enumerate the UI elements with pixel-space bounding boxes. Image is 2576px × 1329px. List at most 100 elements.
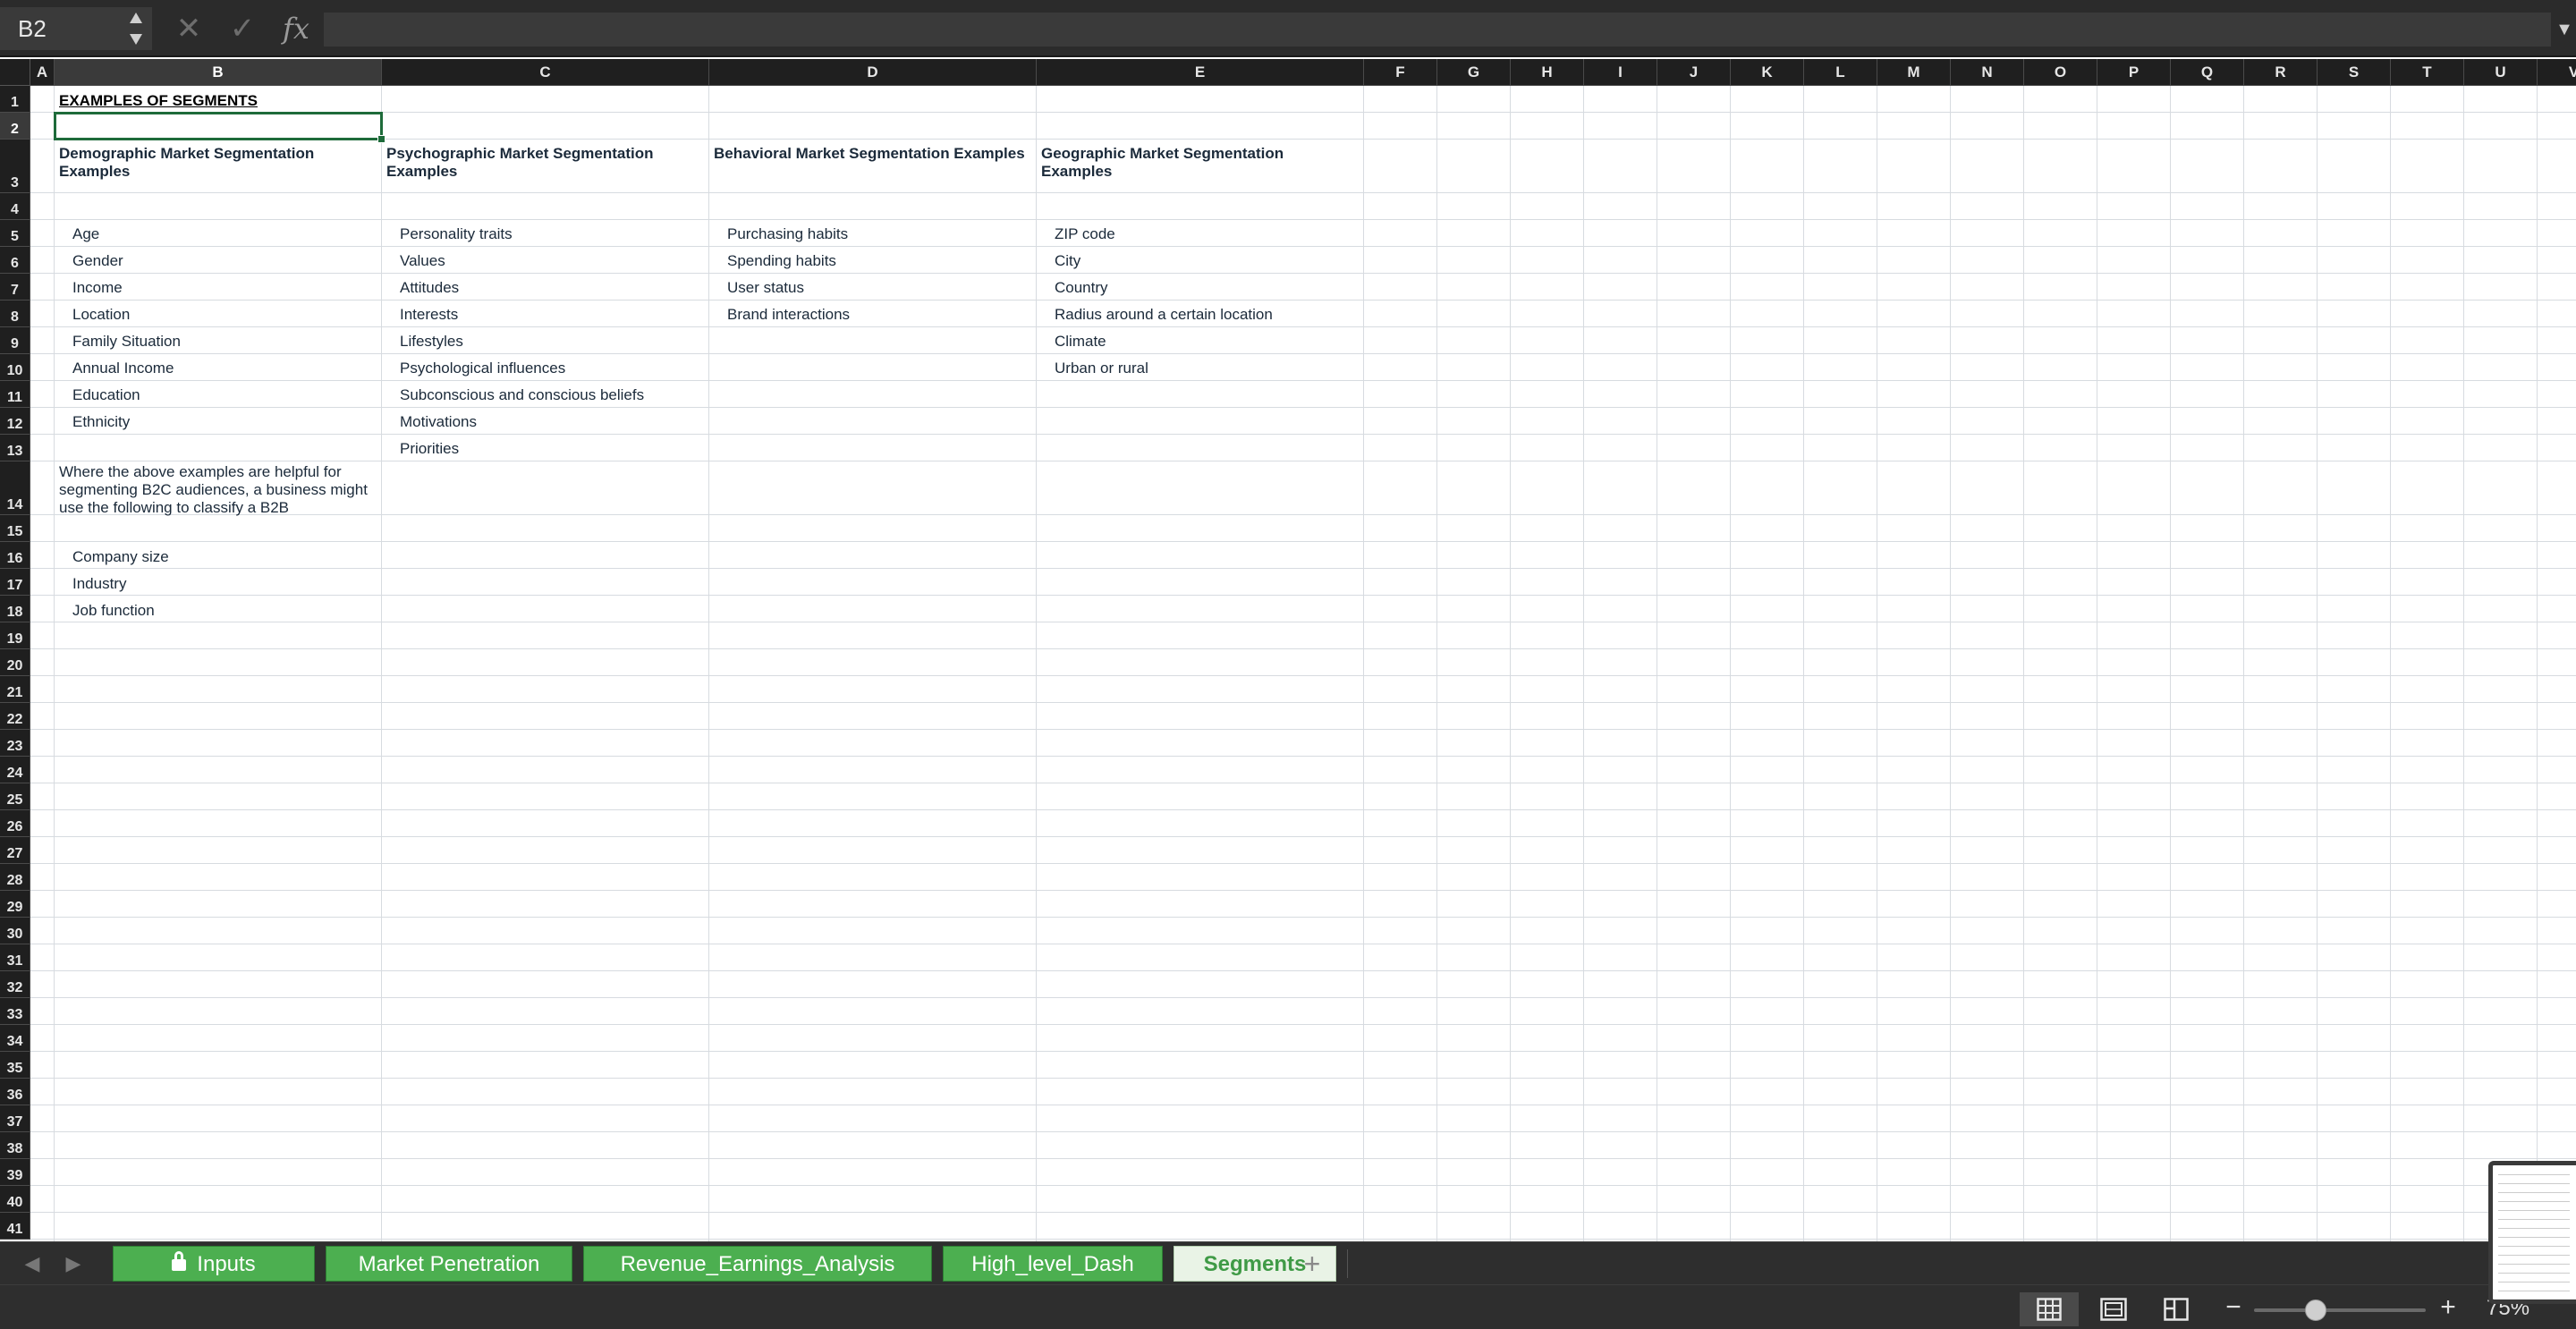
cell-e9[interactable]: Climate — [1055, 333, 1106, 351]
cell-c7[interactable]: Attitudes — [400, 279, 459, 297]
row-header-14[interactable]: 14 — [0, 461, 30, 515]
zoom-slider-thumb[interactable] — [2305, 1299, 2327, 1321]
cell-d3[interactable]: Behavioral Market Segmentation Examples — [714, 145, 1030, 163]
cell-b1[interactable]: EXAMPLES OF SEGMENTS — [59, 92, 258, 110]
row-header-20[interactable]: 20 — [0, 649, 30, 676]
cell-c5[interactable]: Personality traits — [400, 225, 513, 243]
column-header-b[interactable]: B — [55, 59, 382, 86]
cell-b5[interactable]: Age — [72, 225, 99, 243]
row-header-15[interactable]: 15 — [0, 515, 30, 542]
cell-b11[interactable]: Education — [72, 386, 140, 404]
column-header-s[interactable]: S — [2318, 59, 2391, 86]
cell-b10[interactable]: Annual Income — [72, 360, 174, 377]
row-header-18[interactable]: 18 — [0, 596, 30, 622]
column-header-r[interactable]: R — [2244, 59, 2318, 86]
sheet-grid[interactable]: A B C D E F G H I J K L M N O P Q R S T U V 1 2 3 4 5 6 7 8 9 10 11 12 13 1… — [0, 59, 2576, 1241]
row-header-40[interactable]: 40 — [0, 1186, 30, 1213]
cell-c8[interactable]: Interests — [400, 306, 458, 324]
cell-e3[interactable]: Geographic Market Segmentation Examples — [1041, 145, 1358, 181]
page-layout-view-button[interactable] — [2084, 1292, 2143, 1326]
zoom-in-button[interactable]: + — [2435, 1292, 2462, 1325]
zoom-slider-track[interactable] — [2254, 1308, 2426, 1312]
row-header-11[interactable]: 11 — [0, 381, 30, 408]
column-header-n[interactable]: N — [1951, 59, 2024, 86]
column-header-g[interactable]: G — [1437, 59, 1511, 86]
column-header-c[interactable]: C — [382, 59, 709, 86]
page-break-view-button[interactable] — [2147, 1292, 2206, 1326]
select-all-corner[interactable] — [0, 59, 30, 86]
name-box-stepper-icon[interactable] — [123, 9, 148, 48]
cell-b7[interactable]: Income — [72, 279, 123, 297]
row-header-24[interactable]: 24 — [0, 757, 30, 783]
row-header-41[interactable]: 41 — [0, 1213, 30, 1240]
cell-e10[interactable]: Urban or rural — [1055, 360, 1148, 377]
row-header-13[interactable]: 13 — [0, 435, 30, 461]
cell-b3[interactable]: Demographic Market Segmentation Examples — [59, 145, 376, 181]
cell-c6[interactable]: Values — [400, 252, 445, 270]
zoom-out-button[interactable]: − — [2220, 1292, 2247, 1325]
row-header-23[interactable]: 23 — [0, 730, 30, 757]
row-header-1[interactable]: 1 — [0, 86, 30, 113]
column-header-l[interactable]: L — [1804, 59, 1877, 86]
cell-e7[interactable]: Country — [1055, 279, 1108, 297]
cell-selection[interactable] — [54, 112, 383, 140]
column-header-o[interactable]: O — [2024, 59, 2097, 86]
row-header-34[interactable]: 34 — [0, 1025, 30, 1052]
confirm-icon[interactable]: ✓ — [220, 7, 265, 50]
row-header-38[interactable]: 38 — [0, 1132, 30, 1159]
next-sheet-icon[interactable]: ▶ — [57, 1249, 89, 1278]
cell-b14[interactable]: Where the above examples are helpful for… — [59, 463, 374, 517]
row-header-39[interactable]: 39 — [0, 1159, 30, 1186]
column-header-m[interactable]: M — [1877, 59, 1951, 86]
row-header-28[interactable]: 28 — [0, 864, 30, 891]
cell-b9[interactable]: Family Situation — [72, 333, 181, 351]
fill-handle[interactable] — [377, 135, 386, 143]
row-header-36[interactable]: 36 — [0, 1079, 30, 1105]
add-sheet-button[interactable]: + — [1290, 1246, 1335, 1282]
cell-d6[interactable]: Spending habits — [727, 252, 836, 270]
sheet-tab-revenue-earnings-analysis[interactable]: Revenue_Earnings_Analysis — [583, 1246, 932, 1282]
cell-c11[interactable]: Subconscious and conscious beliefs — [400, 386, 644, 404]
column-header-t[interactable]: T — [2391, 59, 2464, 86]
row-header-27[interactable]: 27 — [0, 837, 30, 864]
row-header-33[interactable]: 33 — [0, 998, 30, 1025]
column-header-u[interactable]: U — [2464, 59, 2538, 86]
row-header-37[interactable]: 37 — [0, 1105, 30, 1132]
cell-e5[interactable]: ZIP code — [1055, 225, 1115, 243]
sheet-grid-area[interactable]: A B C D E F G H I J K L M N O P Q R S T U V 1 2 3 4 5 6 7 8 9 10 11 12 13 1… — [0, 59, 2576, 1241]
row-header-9[interactable]: 9 — [0, 327, 30, 354]
column-header-p[interactable]: P — [2097, 59, 2171, 86]
cell-b6[interactable]: Gender — [72, 252, 123, 270]
column-header-i[interactable]: I — [1584, 59, 1657, 86]
cell-c3[interactable]: Psychographic Market Segmentation Exampl… — [386, 145, 703, 181]
column-header-k[interactable]: K — [1731, 59, 1804, 86]
row-header-16[interactable]: 16 — [0, 542, 30, 569]
cell-c13[interactable]: Priorities — [400, 440, 459, 458]
sheet-tab-market-penetration[interactable]: Market Penetration — [326, 1246, 572, 1282]
row-header-25[interactable]: 25 — [0, 783, 30, 810]
cell-c10[interactable]: Psychological influences — [400, 360, 565, 377]
row-header-7[interactable]: 7 — [0, 274, 30, 301]
row-header-12[interactable]: 12 — [0, 408, 30, 435]
row-header-19[interactable]: 19 — [0, 622, 30, 649]
row-header-2[interactable]: 2 — [0, 113, 30, 140]
cell-c12[interactable]: Motivations — [400, 413, 477, 431]
row-header-29[interactable]: 29 — [0, 891, 30, 918]
previous-sheet-icon[interactable]: ◀ — [16, 1249, 48, 1278]
cell-b12[interactable]: Ethnicity — [72, 413, 130, 431]
row-header-31[interactable]: 31 — [0, 944, 30, 971]
column-header-j[interactable]: J — [1657, 59, 1731, 86]
sheet-thumbnail-preview[interactable] — [2488, 1161, 2576, 1304]
row-header-17[interactable]: 17 — [0, 569, 30, 596]
column-header-a[interactable]: A — [30, 59, 55, 86]
cell-d8[interactable]: Brand interactions — [727, 306, 850, 324]
row-header-22[interactable]: 22 — [0, 703, 30, 730]
cell-c9[interactable]: Lifestyles — [400, 333, 463, 351]
cell-d5[interactable]: Purchasing habits — [727, 225, 848, 243]
row-header-26[interactable]: 26 — [0, 810, 30, 837]
row-header-3[interactable]: 3 — [0, 140, 30, 193]
row-header-5[interactable]: 5 — [0, 220, 30, 247]
row-header-32[interactable]: 32 — [0, 971, 30, 998]
column-header-v[interactable]: V — [2538, 59, 2576, 86]
column-header-d[interactable]: D — [709, 59, 1037, 86]
